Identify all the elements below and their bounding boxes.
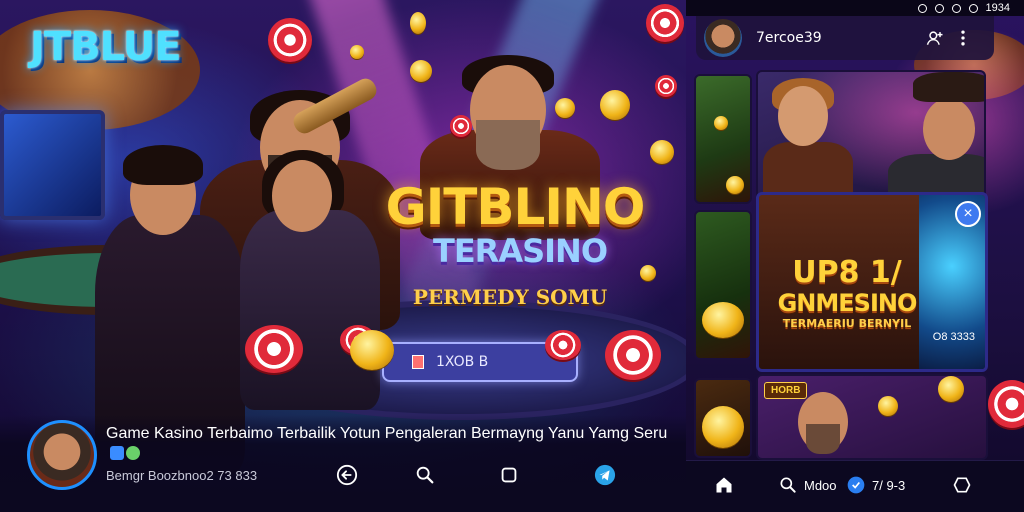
- nav-home[interactable]: [714, 475, 734, 495]
- nav-search[interactable]: Mdoo: [778, 475, 837, 495]
- badge-icon: [847, 476, 865, 494]
- cowboy-hat: [913, 72, 984, 102]
- status-time: 1934: [985, 2, 1010, 14]
- add-user-icon[interactable]: [924, 27, 946, 49]
- gold-coin: [938, 376, 964, 402]
- left-toolbar: [330, 462, 630, 488]
- app-header: 7ercoe39: [696, 16, 994, 60]
- character-face: [923, 98, 975, 160]
- character-beard: [806, 424, 840, 454]
- username[interactable]: 7ercoe39: [756, 30, 822, 46]
- gold-coin: [350, 45, 364, 59]
- promo-card[interactable]: UP8 1/ GNMESINO TERMAERIU BERNYIL O8 333…: [756, 192, 988, 372]
- slot-machine: [0, 110, 105, 220]
- game-thumbnail[interactable]: [694, 74, 752, 204]
- channel-avatar[interactable]: [27, 420, 97, 490]
- flag-icon: [412, 355, 424, 369]
- brand-logo[interactable]: JTBLUE: [30, 24, 182, 70]
- casino-chip: [268, 18, 312, 62]
- character-woman: [240, 150, 380, 410]
- signal-icon: [968, 3, 978, 13]
- nav-count-label: 7/ 9-3: [872, 477, 906, 493]
- video-title[interactable]: Game Kasino Terbaimo Terbailik Yotun Pen…: [106, 424, 676, 464]
- gold-coin: [410, 12, 426, 34]
- telegram-icon[interactable]: [592, 462, 618, 488]
- home-icon: [716, 477, 732, 493]
- casino-chip: [545, 330, 581, 360]
- status-bar: 1934: [686, 0, 1024, 16]
- nav-count[interactable]: 7/ 9-3: [846, 475, 905, 495]
- game-thumbnail[interactable]: HORB: [756, 374, 988, 460]
- gold-coin: [410, 60, 432, 82]
- hexagon-icon: [953, 477, 971, 493]
- game-badge: HORB: [764, 382, 808, 399]
- promo-tagline: PERMEDY SOMU: [412, 285, 608, 309]
- search-icon: [780, 477, 796, 493]
- user-avatar[interactable]: [704, 19, 742, 57]
- verified-icon: [110, 446, 124, 460]
- casino-chip: [988, 380, 1024, 428]
- clover-icon: [126, 446, 140, 460]
- nav-search-label: Mdoo: [804, 477, 837, 493]
- casino-chip: [245, 325, 303, 373]
- game-thumbnail[interactable]: [694, 378, 752, 458]
- gold-coin: [640, 265, 656, 281]
- nav-tab-shape[interactable]: [952, 475, 972, 495]
- phone-app: 1934 7ercoe39 UP8 1/ GNMESINO TERMAERIU …: [686, 0, 1024, 512]
- promo-title: GITBLINO: [385, 178, 646, 236]
- wifi-icon: [951, 3, 961, 13]
- game-thumbnail[interactable]: [694, 210, 752, 360]
- promo-code-value: 1XOB B: [436, 354, 489, 370]
- bluetooth-icon: [917, 3, 927, 13]
- casino-chip: [450, 115, 472, 137]
- promo-card-title-line1: UP8 1/: [792, 255, 902, 290]
- gold-coin: [555, 98, 575, 118]
- promo-card-title-line3: TERMAERIU BERNYIL: [782, 317, 912, 330]
- casino-chip: [655, 75, 677, 97]
- video-title-text: Game Kasino Terbaimo Terbailik Yotun Pen…: [106, 425, 668, 442]
- casino-chip: [646, 4, 684, 42]
- promo-card-title-line2: GNMESINO: [777, 289, 918, 317]
- video-meta: Bemgr Boozbnoo2 73 833: [106, 468, 258, 483]
- gold-coin: [726, 176, 744, 194]
- game-thumbnail-featured[interactable]: [756, 70, 986, 210]
- gold-coin: [702, 302, 744, 338]
- promo-subtitle: TERASINO: [432, 232, 608, 270]
- back-arrow-icon[interactable]: [334, 462, 360, 488]
- search-icon[interactable]: [412, 462, 438, 488]
- close-icon[interactable]: ×: [955, 201, 981, 227]
- gold-coin: [878, 396, 898, 416]
- gold-coin: [600, 90, 630, 120]
- gold-coin: [350, 330, 394, 370]
- bottom-nav: Mdoo 7/ 9-3: [686, 460, 1024, 512]
- more-vertical-icon[interactable]: [952, 27, 974, 49]
- gold-coin: [650, 140, 674, 164]
- casino-chip: [605, 330, 661, 380]
- gold-coin: [702, 406, 744, 448]
- character-face: [778, 86, 828, 146]
- square-icon[interactable]: [496, 462, 522, 488]
- promo-card-title: UP8 1/ GNMESINO TERMAERIU BERNYIL: [767, 257, 927, 331]
- alarm-icon: [934, 3, 944, 13]
- gold-coin: [714, 116, 728, 130]
- promo-card-code: O8 3333: [932, 331, 975, 343]
